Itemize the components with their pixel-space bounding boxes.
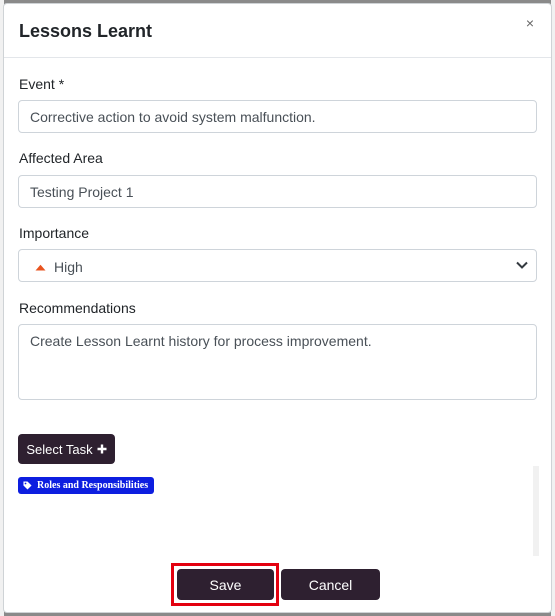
save-button[interactable]: Save bbox=[177, 569, 274, 600]
affected-area-input[interactable]: Testing Project 1 bbox=[18, 175, 537, 208]
selected-tasks-panel: Roles and Responsibilities bbox=[14, 466, 534, 556]
recommendations-textarea[interactable]: Create Lesson Learnt history for process… bbox=[18, 324, 537, 400]
event-label: Event * bbox=[19, 76, 65, 92]
task-tag[interactable]: Roles and Responsibilities bbox=[18, 477, 155, 494]
modal-header: Lessons Learnt × bbox=[4, 4, 551, 58]
select-task-button[interactable]: Select Task bbox=[18, 434, 115, 464]
task-tag-label: Roles and Responsibilities bbox=[37, 480, 149, 491]
cancel-button[interactable]: Cancel bbox=[281, 569, 380, 600]
modal-title: Lessons Learnt bbox=[19, 21, 153, 41]
importance-select[interactable]: High bbox=[18, 249, 537, 282]
close-button[interactable]: × bbox=[523, 16, 537, 30]
event-input[interactable]: Corrective action to avoid system malfun… bbox=[18, 100, 537, 133]
recommendations-label: Recommendations bbox=[19, 300, 136, 316]
affected-area-label: Affected Area bbox=[19, 150, 103, 166]
tags-scrollbar[interactable] bbox=[533, 466, 539, 556]
importance-value: High bbox=[54, 259, 83, 275]
lessons-learnt-modal: Lessons Learnt × Event * Corrective acti… bbox=[3, 3, 552, 613]
tag-icon bbox=[23, 481, 32, 490]
select-task-label: Select Task bbox=[26, 441, 93, 457]
plus-icon bbox=[97, 444, 107, 454]
chevron-down-icon bbox=[516, 261, 528, 269]
priority-up-icon bbox=[35, 264, 46, 271]
importance-label: Importance bbox=[19, 225, 90, 241]
